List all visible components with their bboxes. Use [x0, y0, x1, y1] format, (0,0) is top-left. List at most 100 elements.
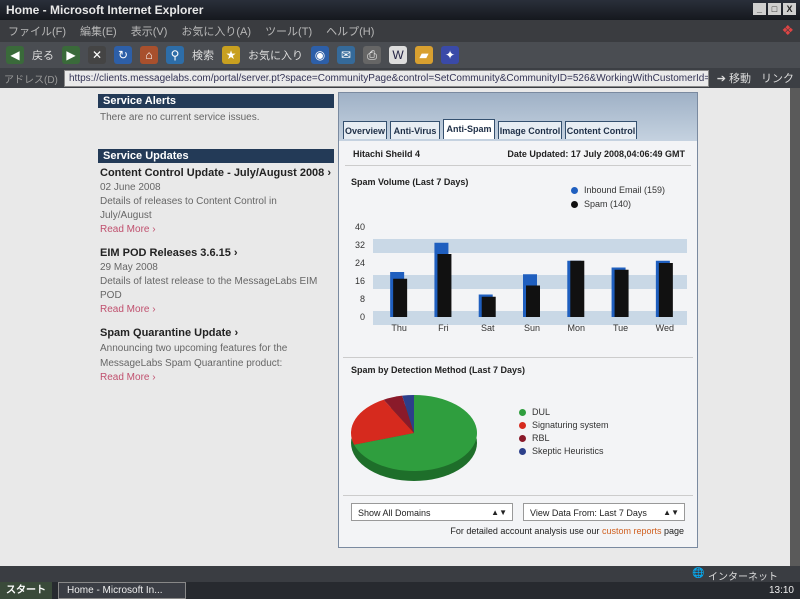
- close-button[interactable]: X: [783, 3, 796, 15]
- stop-icon[interactable]: ✕: [88, 46, 106, 64]
- update-desc-1b: July/August: [100, 210, 152, 221]
- bar-spam: [481, 296, 496, 317]
- read-more-link-1[interactable]: Read More ›: [100, 224, 156, 235]
- footer-post: page: [661, 526, 684, 536]
- forward-icon[interactable]: ▶: [62, 46, 80, 64]
- messenger-icon[interactable]: ✦: [441, 46, 459, 64]
- panel-header: Hitachi Sheild 4 Date Updated: 17 July 2…: [345, 141, 691, 166]
- web-page: Service Alerts There are no current serv…: [0, 88, 790, 566]
- folder-icon[interactable]: ▰: [415, 46, 433, 64]
- tab-image-control[interactable]: Image Control: [498, 121, 562, 139]
- service-updates-heading: Service Updates: [98, 149, 334, 163]
- menu-bar: ファイル(F) 編集(E) 表示(V) お気に入り(A) ツール(T) ヘルプ(…: [0, 20, 800, 42]
- update-desc-1a: Details of releases to Content Control i…: [100, 196, 277, 207]
- update-desc-2a: Details of latest release to the Message…: [100, 276, 318, 287]
- read-more-link-3[interactable]: Read More ›: [100, 372, 156, 383]
- x-tick-label: Fri: [438, 323, 449, 333]
- x-tick-label: Sun: [524, 323, 540, 333]
- pie-legend-label: Signaturing system: [532, 420, 609, 430]
- taskbar-ie-window[interactable]: Home - Microsoft In...: [58, 582, 186, 599]
- footer-pre: For detailed account analysis use our: [450, 526, 602, 536]
- menu-favorites[interactable]: お気に入り(A): [181, 23, 251, 39]
- custom-reports-link[interactable]: custom reports: [602, 526, 662, 536]
- service-alerts-heading: Service Alerts: [98, 94, 334, 108]
- select-arrow-icon: ▲▼: [663, 508, 679, 517]
- bar-spam: [614, 269, 629, 317]
- menu-view[interactable]: 表示(V): [131, 23, 168, 39]
- date-updated: Date Updated: 17 July 2008,04:06:49 GMT: [507, 149, 685, 159]
- legend-spam-label: Spam (140): [584, 199, 632, 209]
- start-button[interactable]: スタート: [0, 582, 52, 599]
- media-icon[interactable]: ◉: [311, 46, 329, 64]
- spam-volume-title: Spam Volume (Last 7 Days): [351, 177, 469, 187]
- address-input[interactable]: https://clients.messagelabs.com/portal/s…: [64, 69, 709, 87]
- legend-inbound-swatch: [571, 187, 578, 195]
- menu-edit[interactable]: 編集(E): [80, 23, 117, 39]
- back-icon[interactable]: ◀: [6, 46, 24, 64]
- account-name: Hitachi Sheild 4: [353, 149, 421, 159]
- y-tick-label: 0: [360, 312, 365, 322]
- update-desc-3b: MessageLabs Spam Quarantine product:: [100, 358, 283, 369]
- spam-volume-chart: 40 32 24 16 8 0 Thu Fri Sat Sun Mon Tue Wed: [355, 222, 687, 333]
- internet-zone-label: インターネット: [708, 572, 778, 583]
- status-bar: 🌐 インターネット: [0, 566, 800, 583]
- update-title-2[interactable]: EIM POD Releases 3.6.15 ›: [100, 247, 238, 259]
- legend-inbound: Inbound Email (159): [571, 185, 665, 195]
- range-select-value: View Data From: Last 7 Days: [530, 508, 647, 518]
- x-tick-label: Thu: [391, 323, 407, 333]
- select-arrow-icon: ▲▼: [491, 508, 507, 517]
- internet-zone-icon: 🌐: [692, 568, 705, 579]
- update-title-1[interactable]: Content Control Update - July/August 200…: [100, 167, 331, 179]
- legend-inbound-label: Inbound Email (159): [584, 185, 666, 195]
- x-tick-label: Mon: [568, 323, 586, 333]
- update-title-3[interactable]: Spam Quarantine Update ›: [100, 327, 238, 339]
- range-select[interactable]: View Data From: Last 7 Days ▲▼: [523, 503, 685, 521]
- update-desc-3a: Announcing two upcoming features for the: [100, 343, 288, 354]
- tab-anti-virus[interactable]: Anti-Virus: [390, 121, 440, 139]
- tab-overview[interactable]: Overview: [343, 121, 387, 139]
- pie-legend-item: DUL: [519, 407, 550, 417]
- grid-band: [373, 239, 687, 253]
- tab-anti-spam[interactable]: Anti-Spam: [443, 119, 495, 139]
- menu-file[interactable]: ファイル(F): [8, 23, 66, 39]
- pie-legend-swatch: [519, 435, 526, 443]
- tab-content-control[interactable]: Content Control: [565, 121, 637, 139]
- bar-spam: [570, 260, 585, 317]
- mail-icon[interactable]: ✉: [337, 46, 355, 64]
- print-icon[interactable]: ⎙: [363, 46, 381, 64]
- service-alerts-text: There are no current service issues.: [100, 112, 260, 123]
- menu-help[interactable]: ヘルプ(H): [326, 23, 374, 39]
- legend-spam: Spam (140): [571, 199, 631, 209]
- go-button[interactable]: ➔ 移動: [713, 70, 755, 86]
- refresh-icon[interactable]: ↻: [114, 46, 132, 64]
- bar-spam: [437, 254, 452, 317]
- x-tick-label: Tue: [613, 323, 628, 333]
- vertical-scrollbar[interactable]: [790, 88, 800, 566]
- dashboard-panel: Overview Anti-Virus Anti-Spam Image Cont…: [338, 92, 698, 548]
- favorites-label[interactable]: お気に入り: [248, 47, 303, 63]
- y-tick-label: 40: [355, 222, 365, 232]
- taskbar: スタート Home - Microsoft In... 13:10: [0, 582, 800, 599]
- links-button[interactable]: リンク: [755, 70, 800, 86]
- y-tick-label: 8: [360, 294, 365, 304]
- toolbar: ◀ 戻る ▶ ✕ ↻ ⌂ ⚲ 検索 ★ お気に入り ◉ ✉ ⎙ W ▰ ✦: [0, 42, 800, 68]
- edit-icon[interactable]: W: [389, 46, 407, 64]
- search-icon[interactable]: ⚲: [166, 46, 184, 64]
- pie-legend-label: Skeptic Heuristics: [532, 446, 604, 456]
- pie-legend-swatch: [519, 409, 526, 417]
- favorites-icon[interactable]: ★: [222, 46, 240, 64]
- read-more-link-2[interactable]: Read More ›: [100, 304, 156, 315]
- y-tick-label: 24: [355, 258, 365, 268]
- menu-tools[interactable]: ツール(T): [265, 23, 312, 39]
- update-date-2: 29 May 2008: [100, 262, 158, 273]
- minimize-button[interactable]: _: [753, 3, 766, 15]
- home-icon[interactable]: ⌂: [140, 46, 158, 64]
- footer-text: For detailed account analysis use our cu…: [338, 526, 684, 536]
- maximize-button[interactable]: □: [768, 3, 781, 15]
- search-label[interactable]: 検索: [192, 47, 214, 63]
- domain-select[interactable]: Show All Domains ▲▼: [351, 503, 513, 521]
- chart-divider: [343, 357, 693, 358]
- windows-logo-icon: ❖: [781, 22, 794, 38]
- back-label[interactable]: 戻る: [32, 47, 54, 63]
- title-bar: Home - Microsoft Internet Explorer _ □ X: [0, 0, 800, 20]
